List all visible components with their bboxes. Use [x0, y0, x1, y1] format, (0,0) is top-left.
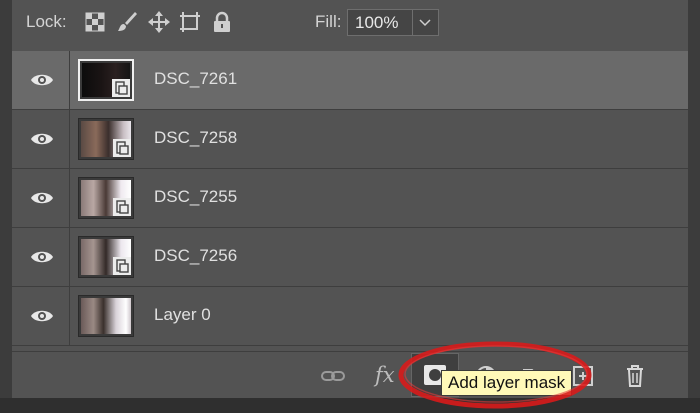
smart-object-icon	[113, 257, 131, 275]
layer-name: DSC_7261	[154, 69, 238, 88]
visibility-cell[interactable]	[12, 287, 70, 345]
eye-icon[interactable]	[30, 190, 54, 206]
visibility-cell[interactable]	[12, 169, 70, 227]
layer-name: DSC_7258	[154, 128, 238, 147]
fill-label: Fill:	[315, 12, 342, 31]
trash-icon[interactable]	[622, 363, 648, 389]
layer-name: DSC_7255	[154, 187, 238, 206]
lock-artboard-icon[interactable]	[178, 10, 202, 34]
fill-opacity-dropdown[interactable]	[413, 9, 439, 36]
lock-fill-bar: Lock: Fill: 100%	[12, 0, 688, 50]
visibility-cell[interactable]	[12, 110, 70, 168]
layer-thumbnail[interactable]	[78, 177, 134, 219]
panel-left-edge	[0, 0, 12, 413]
layer-row[interactable]: DSC_7258	[12, 110, 688, 169]
workspace-strip	[0, 398, 700, 413]
visibility-cell[interactable]	[12, 228, 70, 286]
smart-object-icon	[113, 198, 131, 216]
layer-name: Layer 0	[154, 305, 211, 324]
chevron-down-icon	[419, 19, 431, 27]
lock-position-icon[interactable]	[147, 10, 171, 34]
layer-name: DSC_7256	[154, 246, 238, 265]
layer-row[interactable]: DSC_7255	[12, 169, 688, 228]
eye-icon[interactable]	[30, 308, 54, 324]
panel-right-edge	[688, 0, 700, 413]
layer-thumbnail[interactable]	[78, 295, 134, 337]
layer-thumbnail[interactable]	[78, 59, 134, 101]
lock-image-pixels-icon[interactable]	[115, 10, 139, 34]
fill-opacity-input[interactable]: 100%	[347, 9, 413, 36]
layers-list: DSC_7261 DSC_7258 DSC_7255 DSC_7256 Laye…	[12, 51, 688, 351]
layer-thumbnail[interactable]	[78, 118, 134, 160]
layer-thumbnail[interactable]	[78, 236, 134, 278]
visibility-cell[interactable]	[12, 51, 70, 109]
layer-style-button[interactable]: fx	[375, 363, 395, 387]
eye-icon[interactable]	[30, 249, 54, 265]
layer-row[interactable]: DSC_7261	[12, 51, 688, 110]
lock-label: Lock:	[26, 12, 67, 31]
annotation-ellipse	[398, 341, 592, 409]
lock-all-icon[interactable]	[210, 10, 234, 34]
smart-object-icon	[113, 139, 131, 157]
smart-object-icon	[112, 79, 130, 97]
eye-icon[interactable]	[30, 72, 54, 88]
lock-transparent-pixels-icon[interactable]	[83, 10, 107, 34]
eye-icon[interactable]	[30, 131, 54, 147]
link-layers-icon[interactable]	[320, 363, 346, 389]
layer-row[interactable]: DSC_7256	[12, 228, 688, 287]
